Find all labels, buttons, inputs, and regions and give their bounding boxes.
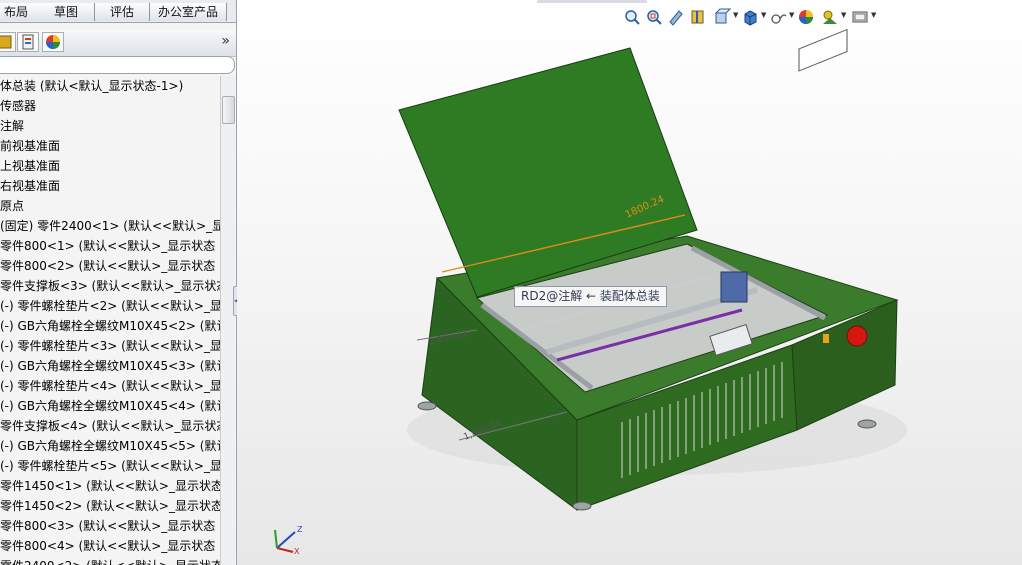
key-switch — [823, 334, 829, 343]
assembly-model[interactable]: 1800.24 1,800.11 1,800.44 Z X — [237, 0, 1022, 565]
tab-sketch[interactable]: 草图 — [38, 3, 95, 21]
tree-filter-input[interactable] — [0, 56, 235, 74]
tree-item[interactable]: 零件1450<1> (默认<<默认>_显示状态 1 — [0, 476, 220, 496]
tree-item[interactable]: (-) 零件螺栓垫片<2> (默认<<默认>_显示 — [0, 296, 220, 316]
tab-office-products[interactable]: 办公室产品 — [150, 3, 227, 21]
tree-item[interactable]: 前视基准面 — [0, 136, 220, 156]
tree-item[interactable]: (-) GB六角螺栓全螺纹M10X45<3> (默认 — [0, 356, 220, 376]
tree-item[interactable]: 零件800<2> (默认<<默认>_显示状态 1> — [0, 256, 220, 276]
tree-item[interactable]: 体总装 (默认<默认_显示状态-1>) — [0, 76, 220, 96]
tree-item[interactable]: 原点 — [0, 196, 220, 216]
scrollbar-thumb[interactable] — [222, 96, 235, 124]
foot — [417, 401, 437, 411]
svg-text:X: X — [294, 547, 300, 556]
manager-tab-row: » — [0, 30, 236, 57]
graphics-viewport[interactable]: ▼ ▼ ▼ ▼ ▼ 1800.24 1,800.11 1,800.44 Z X … — [237, 0, 1022, 565]
tree-scrollbar[interactable] — [220, 76, 235, 565]
foot — [857, 419, 877, 429]
tree-item[interactable]: 注解 — [0, 116, 220, 136]
feature-tree: 体总装 (默认<默认_显示状态-1>) 传感器 注解 前视基准面 上视基准面 右视基准面原… — [0, 76, 220, 565]
feature-manager-panel: 布局 草图 评估 办公室产品 » 体总装 (默认<默认_显示状态-1>) 传感器注… — [0, 0, 237, 565]
control-box — [720, 271, 748, 303]
tree-item[interactable]: (-) GB六角螺栓全螺纹M10X45<2> (默认 — [0, 316, 220, 336]
coordinate-triad: Z X — [274, 525, 303, 556]
tree-item[interactable]: (-) 零件螺栓垫片<4> (默认<<默认>_显示 — [0, 376, 220, 396]
tab-layout[interactable]: 布局 — [0, 3, 39, 21]
tree-item[interactable]: 零件2400<2> (默认<<默认>_显示状态 1 — [0, 556, 220, 565]
tab-evaluate[interactable]: 评估 — [95, 3, 150, 21]
property-manager-icon[interactable] — [17, 32, 39, 52]
feature-tree-icon[interactable] — [0, 32, 16, 52]
tree-item[interactable]: 上视基准面 — [0, 156, 220, 176]
tree-item[interactable]: 零件支撑板<4> (默认<<默认>_显示状态 — [0, 416, 220, 436]
svg-text:Z: Z — [297, 525, 303, 534]
label-plate — [798, 28, 848, 72]
tree-item[interactable]: 零件800<4> (默认<<默认>_显示状态 1> — [0, 536, 220, 556]
tree-item[interactable]: 零件1450<2> (默认<<默认>_显示状态 1 — [0, 496, 220, 516]
tree-item[interactable]: 零件800<1> (默认<<默认>_显示状态 1> — [0, 236, 220, 256]
command-tabs: 布局 草图 评估 办公室产品 — [0, 0, 236, 23]
tree-item[interactable]: 右视基准面 — [0, 176, 220, 196]
expand-panel-icon[interactable]: » — [221, 33, 230, 49]
tree-item[interactable]: (-) 零件螺栓垫片<3> (默认<<默认>_显示 — [0, 336, 220, 356]
emergency-stop-button — [846, 325, 868, 347]
tree-item[interactable]: 零件800<3> (默认<<默认>_显示状态 1> — [0, 516, 220, 536]
tree-item[interactable]: (-) 零件螺栓垫片<5> (默认<<默认>_显示 — [0, 456, 220, 476]
tree-item[interactable]: 零件支撑板<3> (默认<<默认>_显示状态 — [0, 276, 220, 296]
tree-item[interactable]: (固定) 零件2400<1> (默认<<默认>_显示 — [0, 216, 220, 236]
tree-item[interactable]: (-) GB六角螺栓全螺纹M10X45<5> (默认 — [0, 436, 220, 456]
tree-item[interactable]: (-) GB六角螺栓全螺纹M10X45<4> (默认 — [0, 396, 220, 416]
foot — [572, 501, 592, 511]
annotation-tooltip: RD2@注解 ← 装配体总装 — [514, 286, 667, 307]
tree-item[interactable]: 传感器 — [0, 96, 220, 116]
appearance-icon[interactable] — [42, 32, 64, 52]
